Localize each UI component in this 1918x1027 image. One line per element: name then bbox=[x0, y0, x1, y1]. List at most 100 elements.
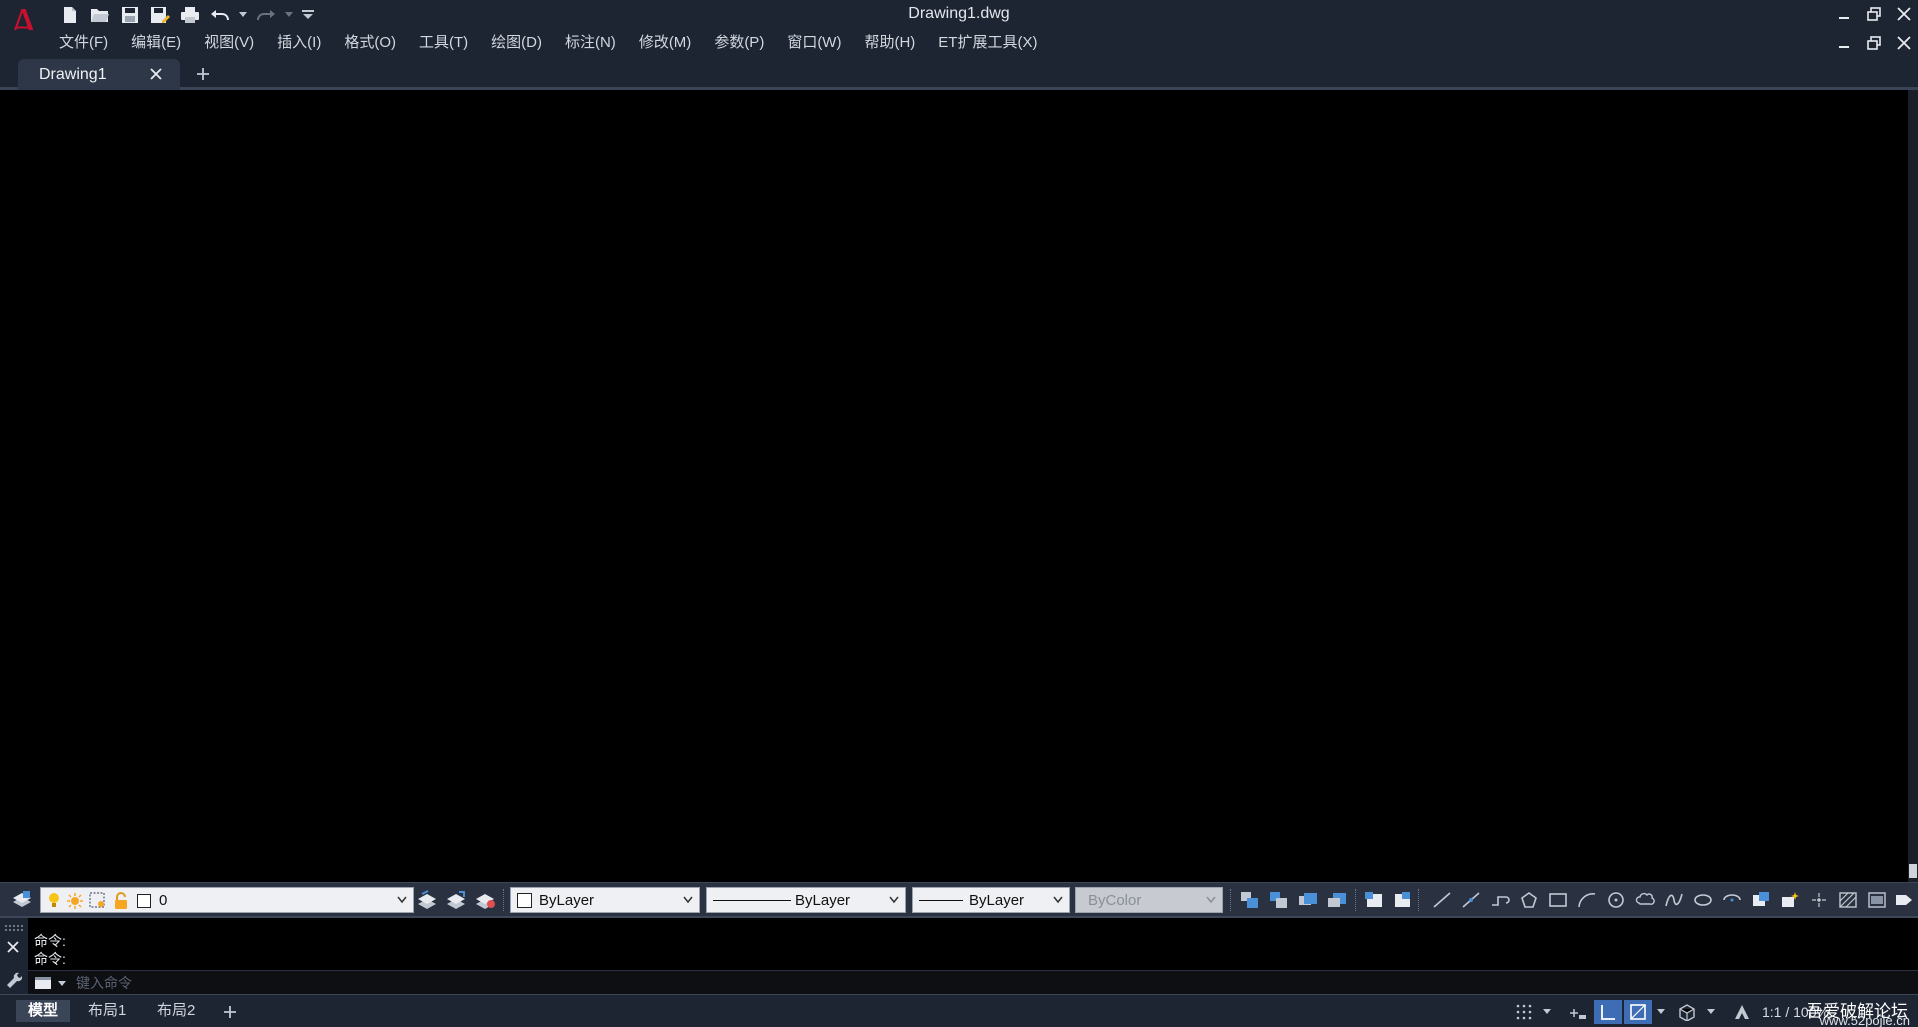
new-tab-plus-icon[interactable] bbox=[194, 65, 212, 83]
command-prompt-icon[interactable] bbox=[34, 975, 54, 991]
file-tab-bar: Drawing1 bbox=[0, 56, 1918, 90]
lineweight-preview bbox=[919, 900, 963, 901]
construction-line-icon[interactable] bbox=[1459, 889, 1483, 911]
menu-insert[interactable]: 插入(I) bbox=[270, 33, 328, 53]
command-line-panel: 命令: 命令: bbox=[0, 916, 1918, 996]
add-layout-plus-icon[interactable] bbox=[222, 1004, 238, 1020]
chevron-down-icon bbox=[889, 896, 899, 904]
chevron-down-icon bbox=[1053, 896, 1063, 904]
grid-display-icon[interactable] bbox=[1510, 1000, 1538, 1024]
close-command-line-icon[interactable] bbox=[6, 940, 20, 954]
chevron-down-icon bbox=[397, 896, 407, 904]
title-bar: A Drawing1.dwg bbox=[0, 0, 1918, 46]
polar-dropdown-icon[interactable] bbox=[1654, 1000, 1668, 1024]
menu-format[interactable]: 格式(O) bbox=[337, 33, 403, 53]
circle-icon[interactable] bbox=[1604, 889, 1628, 911]
layer-dropdown[interactable]: 0 bbox=[40, 887, 414, 913]
vertical-scrollbar[interactable] bbox=[1908, 90, 1918, 882]
linetype-dropdown[interactable]: ByLayer bbox=[706, 887, 906, 913]
lightbulb-icon[interactable] bbox=[47, 892, 61, 910]
menu-bar: 文件(F) 编辑(E) 视图(V) 插入(I) 格式(O) 工具(T) 绘图(D… bbox=[0, 30, 1918, 56]
menu-parametric[interactable]: 参数(P) bbox=[707, 33, 771, 53]
send-under-icon[interactable] bbox=[1325, 889, 1349, 911]
drawing-canvas[interactable] bbox=[0, 90, 1908, 882]
properties-toolbar: 0 ByLayer ByLayer ByLayer ByColor bbox=[0, 882, 1918, 916]
chevron-down-icon bbox=[1206, 896, 1216, 904]
sun-icon[interactable] bbox=[66, 892, 84, 910]
lineweight-dropdown[interactable]: ByLayer bbox=[912, 887, 1070, 913]
tab-close-icon[interactable] bbox=[147, 65, 165, 83]
linetype-value: ByLayer bbox=[795, 892, 851, 909]
menu-dimension[interactable]: 标注(N) bbox=[558, 33, 623, 53]
ortho-mode-icon[interactable] bbox=[1594, 1000, 1622, 1024]
isometric-drafting-icon[interactable] bbox=[1672, 1000, 1702, 1024]
doc-close-icon[interactable] bbox=[1894, 34, 1914, 52]
plotstyle-value: ByColor bbox=[1088, 892, 1142, 909]
command-input[interactable] bbox=[76, 973, 1776, 993]
restore-icon[interactable] bbox=[1864, 5, 1884, 23]
menu-edit[interactable]: 编辑(E) bbox=[124, 33, 188, 53]
status-bar: 模型 布局1 布局2 1:1 / 100% 吾爱破解论坛 www.52pojie… bbox=[0, 994, 1918, 1027]
linetype-preview bbox=[713, 900, 791, 901]
gradient-icon[interactable] bbox=[1865, 889, 1889, 911]
toolbar-separator bbox=[1355, 889, 1358, 911]
polygon-icon[interactable] bbox=[1517, 889, 1541, 911]
layout-tab-layout2[interactable]: 布局2 bbox=[145, 1000, 207, 1022]
drag-handle-icon[interactable] bbox=[4, 924, 24, 932]
send-to-back-icon[interactable] bbox=[1267, 889, 1291, 911]
layer-state-icon[interactable] bbox=[473, 889, 497, 911]
polyline-icon[interactable] bbox=[1488, 889, 1512, 911]
menu-view[interactable]: 视图(V) bbox=[197, 33, 261, 53]
polar-tracking-icon[interactable] bbox=[1624, 1000, 1652, 1024]
menu-help[interactable]: 帮助(H) bbox=[857, 33, 922, 53]
color-dropdown[interactable]: ByLayer bbox=[510, 887, 700, 913]
point-icon[interactable] bbox=[1807, 889, 1831, 911]
bring-to-front-icon[interactable] bbox=[1238, 889, 1262, 911]
layer-previous-icon[interactable] bbox=[444, 889, 468, 911]
tab-drawing1[interactable]: Drawing1 bbox=[18, 59, 180, 90]
make-current-layer-icon[interactable] bbox=[415, 889, 439, 911]
viewport-freeze-icon[interactable] bbox=[89, 892, 107, 910]
hatch-to-back-icon[interactable] bbox=[1390, 889, 1414, 911]
insert-block-icon[interactable] bbox=[1749, 889, 1773, 911]
rectangle-icon[interactable] bbox=[1546, 889, 1570, 911]
ellipse-icon[interactable] bbox=[1691, 889, 1715, 911]
color-swatch bbox=[517, 893, 532, 908]
make-block-icon[interactable] bbox=[1778, 889, 1802, 911]
line-icon[interactable] bbox=[1430, 889, 1454, 911]
menu-window[interactable]: 窗口(W) bbox=[780, 33, 848, 53]
doc-minimize-icon[interactable] bbox=[1834, 34, 1854, 52]
menu-draw[interactable]: 绘图(D) bbox=[484, 33, 549, 53]
menu-tools[interactable]: 工具(T) bbox=[412, 33, 475, 53]
doc-restore-icon[interactable] bbox=[1864, 34, 1884, 52]
revision-cloud-icon[interactable] bbox=[1633, 889, 1657, 911]
minimize-icon[interactable] bbox=[1834, 5, 1854, 23]
scrollbar-thumb[interactable] bbox=[1909, 864, 1917, 878]
menu-file[interactable]: 文件(F) bbox=[52, 33, 115, 53]
layer-properties-icon[interactable] bbox=[10, 889, 34, 911]
ellipse-arc-icon[interactable] bbox=[1720, 889, 1744, 911]
spline-icon[interactable] bbox=[1662, 889, 1686, 911]
close-icon[interactable] bbox=[1894, 5, 1914, 23]
wrench-icon[interactable] bbox=[4, 970, 22, 988]
grid-dropdown-icon[interactable] bbox=[1540, 1000, 1554, 1024]
window-title: Drawing1.dwg bbox=[908, 5, 1010, 22]
menu-modify[interactable]: 修改(M) bbox=[632, 33, 699, 53]
command-history-line: 命令: bbox=[34, 933, 66, 949]
hatch-icon[interactable] bbox=[1836, 889, 1860, 911]
lock-open-icon[interactable] bbox=[113, 892, 129, 910]
annotation-scale-icon[interactable] bbox=[1728, 1000, 1756, 1024]
menu-express-tools[interactable]: ET扩展工具(X) bbox=[931, 33, 1044, 53]
toolbar-separator bbox=[1230, 889, 1233, 911]
isometric-dropdown-icon[interactable] bbox=[1704, 1000, 1718, 1024]
infer-constraints-icon[interactable] bbox=[1564, 1000, 1592, 1024]
color-value: ByLayer bbox=[539, 892, 595, 909]
layout-tab-model[interactable]: 模型 bbox=[16, 1000, 71, 1022]
arc-icon[interactable] bbox=[1575, 889, 1599, 911]
text-to-front-icon[interactable] bbox=[1362, 889, 1386, 911]
bring-above-icon[interactable] bbox=[1296, 889, 1320, 911]
region-icon[interactable] bbox=[1892, 889, 1916, 911]
layout-tab-layout1[interactable]: 布局1 bbox=[76, 1000, 138, 1022]
command-line-sidebar bbox=[0, 918, 28, 996]
recent-commands-dropdown-icon[interactable] bbox=[58, 981, 66, 987]
